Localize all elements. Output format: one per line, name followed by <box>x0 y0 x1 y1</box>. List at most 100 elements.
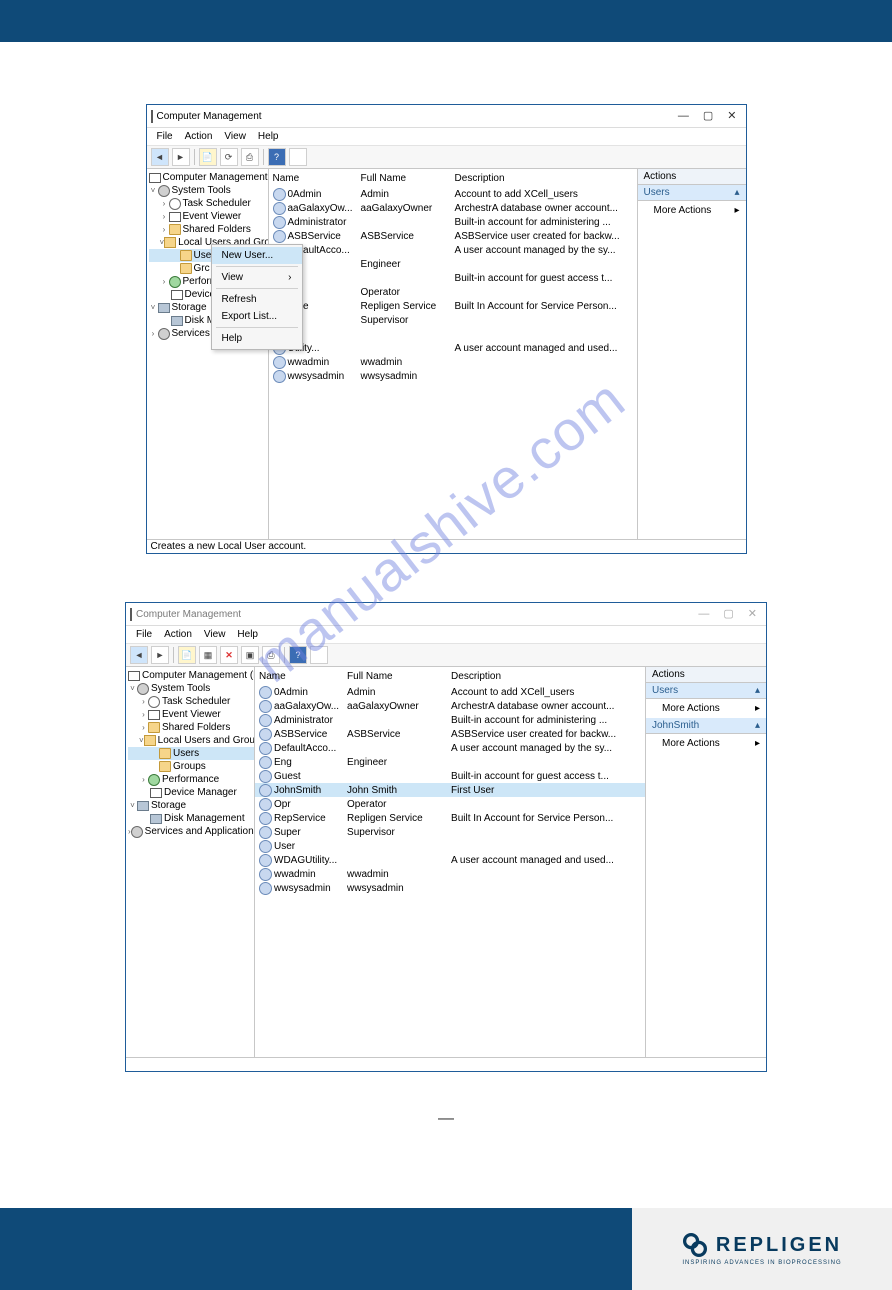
toolbar-btn[interactable]: ⎙ <box>241 148 259 166</box>
minimize-button[interactable]: — <box>678 111 689 122</box>
maximize-button[interactable]: ▢ <box>723 609 733 620</box>
ctx-help[interactable]: Help <box>212 330 302 347</box>
user-row[interactable]: Supervisor <box>269 313 637 327</box>
user-row[interactable]: AdministratorBuilt-in account for admini… <box>255 713 645 727</box>
tree-event-viewer[interactable]: Event Viewer <box>162 708 221 722</box>
back-button[interactable]: ◄ <box>130 646 148 664</box>
user-row[interactable]: JohnSmithJohn SmithFirst User <box>255 783 645 797</box>
tree-task-scheduler[interactable]: Task Scheduler <box>183 197 251 211</box>
toolbar-btn[interactable]: ▦ <box>199 646 217 664</box>
user-row[interactable]: Utility...A user account managed and use… <box>269 341 637 355</box>
ctx-view[interactable]: View› <box>212 269 302 286</box>
actions-users[interactable]: Users▴ <box>646 683 766 699</box>
user-description <box>447 825 645 839</box>
ctx-new-user[interactable]: New User... <box>212 247 302 264</box>
user-row[interactable]: ASBServiceASBServiceASBService user crea… <box>269 229 637 243</box>
tree-device-mgr[interactable]: Device Manager <box>164 786 237 800</box>
tree-storage[interactable]: Storage <box>151 799 186 813</box>
menu-view[interactable]: View <box>200 628 230 641</box>
user-row[interactable] <box>269 327 637 341</box>
tree-local-users-groups[interactable]: Local Users and Groups <box>158 734 255 748</box>
tree-storage[interactable]: Storage <box>172 301 207 315</box>
user-row[interactable]: DefaultAcco...A user account managed by … <box>269 243 637 257</box>
tree-root[interactable]: Computer Management (Local) <box>142 669 255 683</box>
user-row[interactable]: aaGalaxyOw...aaGalaxyOwnerArchestrA data… <box>269 201 637 215</box>
menu-view[interactable]: View <box>220 130 250 143</box>
tree-groups[interactable]: Groups <box>173 760 206 774</box>
user-row[interactable]: wwadminwwadmin <box>269 355 637 369</box>
user-row[interactable]: 0AdminAdminAccount to add XCell_users <box>269 187 637 201</box>
tree-users[interactable]: Users <box>173 747 199 761</box>
ctx-refresh[interactable]: Refresh <box>212 291 302 308</box>
tree-disk-mgmt[interactable]: Disk Management <box>164 812 245 826</box>
user-row[interactable]: SuperSupervisor <box>255 825 645 839</box>
tree-groups-short[interactable]: Grc <box>194 262 210 276</box>
col-fullname[interactable]: Full Name <box>357 169 451 187</box>
user-row[interactable]: aaGalaxyOw...aaGalaxyOwnerArchestrA data… <box>255 699 645 713</box>
user-row[interactable]: rviceRepligen ServiceBuilt In Account fo… <box>269 299 637 313</box>
menu-action[interactable]: Action <box>160 628 196 641</box>
user-row[interactable]: WDAGUtility...A user account managed and… <box>255 853 645 867</box>
toolbar-btn[interactable]: 📄 <box>199 148 217 166</box>
user-row[interactable]: RepServiceRepligen ServiceBuilt In Accou… <box>255 811 645 825</box>
toolbar-btn[interactable]: 📄 <box>178 646 196 664</box>
tree-shared-folders[interactable]: Shared Folders <box>162 721 230 735</box>
col-name[interactable]: Name <box>255 667 343 685</box>
col-fullname[interactable]: Full Name <box>343 667 447 685</box>
user-row[interactable]: ASBServiceASBServiceASBService user crea… <box>255 727 645 741</box>
menubar: File Action View Help <box>126 626 766 643</box>
tree-system-tools[interactable]: System Tools <box>151 682 210 696</box>
user-description: A user account managed and used... <box>447 853 645 867</box>
menu-action[interactable]: Action <box>181 130 217 143</box>
user-row[interactable]: wwadminwwadmin <box>255 867 645 881</box>
user-row[interactable]: OprOperator <box>255 797 645 811</box>
user-row[interactable]: DefaultAcco...A user account managed by … <box>255 741 645 755</box>
ctx-export[interactable]: Export List... <box>212 308 302 325</box>
user-fullname <box>343 713 447 727</box>
close-button[interactable]: ✕ <box>748 609 757 620</box>
back-button[interactable]: ◄ <box>151 148 169 166</box>
actions-users[interactable]: Users▴ <box>638 185 746 201</box>
menu-file[interactable]: File <box>153 130 177 143</box>
forward-button[interactable]: ► <box>172 148 190 166</box>
user-row[interactable]: Built-in account for guest access t... <box>269 271 637 285</box>
user-row[interactable]: 0AdminAdminAccount to add XCell_users <box>255 685 645 699</box>
tree-shared-folders[interactable]: Shared Folders <box>183 223 251 237</box>
user-row[interactable]: GuestBuilt-in account for guest access t… <box>255 769 645 783</box>
actions-johnsmith[interactable]: JohnSmith▴ <box>646 718 766 734</box>
maximize-button[interactable]: ▢ <box>703 111 713 122</box>
menu-help[interactable]: Help <box>233 628 262 641</box>
toolbar-btn[interactable] <box>310 646 328 664</box>
help-button[interactable]: ? <box>268 148 286 166</box>
toolbar-btn[interactable]: ▣ <box>241 646 259 664</box>
menu-help[interactable]: Help <box>254 130 283 143</box>
help-button[interactable]: ? <box>289 646 307 664</box>
tree-services-apps[interactable]: Services and Applications <box>145 825 255 839</box>
user-row[interactable]: AdministratorBuilt-in account for admini… <box>269 215 637 229</box>
col-description[interactable]: Description <box>451 169 637 187</box>
toolbar-btn[interactable] <box>289 148 307 166</box>
actions-more[interactable]: More Actions▸ <box>638 201 746 220</box>
user-row[interactable]: wwsysadminwwsysadmin <box>269 369 637 383</box>
user-row[interactable]: wwsysadminwwsysadmin <box>255 881 645 895</box>
tree-performance[interactable]: Performance <box>162 773 219 787</box>
actions-more[interactable]: More Actions▸ <box>646 699 766 718</box>
toolbar-btn[interactable]: ⎙ <box>262 646 280 664</box>
user-row[interactable]: Operator <box>269 285 637 299</box>
tree-event-viewer[interactable]: Event Viewer <box>183 210 242 224</box>
actions-more[interactable]: More Actions▸ <box>646 734 766 753</box>
user-row[interactable]: User <box>255 839 645 853</box>
col-description[interactable]: Description <box>447 667 645 685</box>
user-row[interactable]: EngEngineer <box>255 755 645 769</box>
tree-system-tools[interactable]: System Tools <box>172 184 231 198</box>
user-row[interactable]: Engineer <box>269 257 637 271</box>
minimize-button[interactable]: — <box>698 609 709 620</box>
forward-button[interactable]: ► <box>151 646 169 664</box>
close-button[interactable]: ✕ <box>727 111 736 122</box>
menu-file[interactable]: File <box>132 628 156 641</box>
tree-task-scheduler[interactable]: Task Scheduler <box>162 695 230 709</box>
tree-root[interactable]: Computer Management (Local) <box>163 171 269 185</box>
col-name[interactable]: Name <box>269 169 357 187</box>
delete-button[interactable]: ✕ <box>220 646 238 664</box>
toolbar-btn[interactable]: ⟳ <box>220 148 238 166</box>
